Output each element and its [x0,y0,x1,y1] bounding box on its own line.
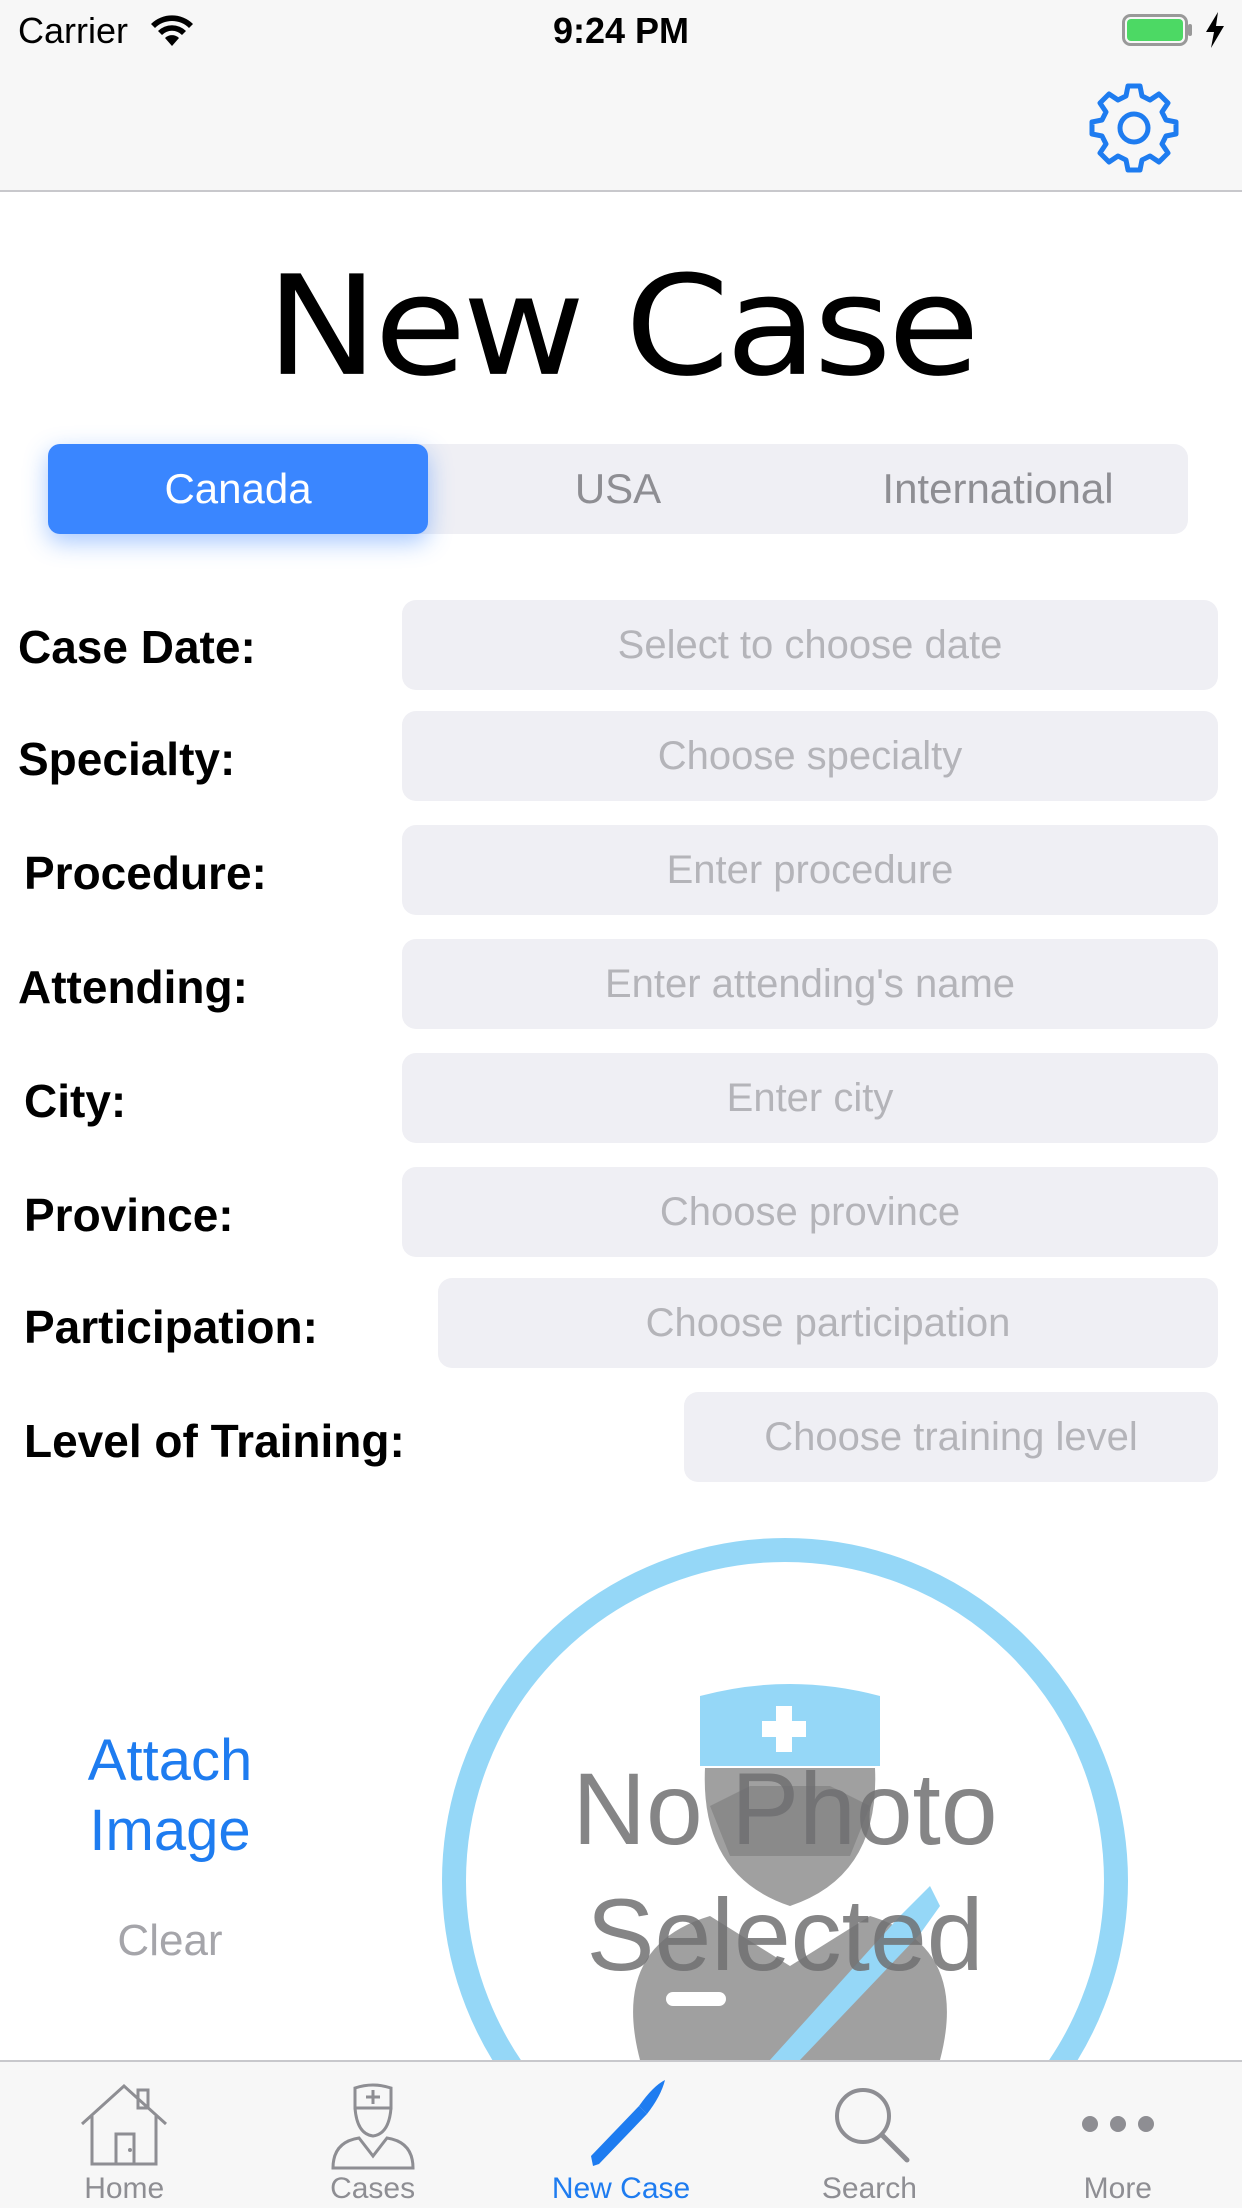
city-label: City: [24,1075,127,1127]
doctor-icon [331,2083,415,2170]
city-input[interactable]: Enter city [402,1053,1218,1143]
training-level-field[interactable]: Choose training level [684,1392,1218,1482]
case-date-field[interactable]: Select to choose date [402,600,1218,690]
specialty-label: Specialty: [18,733,236,785]
ellipsis-icon [1081,2116,1154,2132]
tab-label-more: More [1083,2172,1152,2205]
no-photo-text: No Photo Selected [430,1746,1140,1998]
page-title: New Case [266,246,980,408]
charging-bolt-icon [1206,12,1224,48]
case-date-label: Case Date: [18,621,256,673]
tab-bar: Home Cases New Case Search More [0,2060,1242,2208]
procedure-input[interactable]: Enter procedure [402,825,1218,915]
attach-label-line2: Image [89,1798,251,1863]
specialty-field[interactable]: Choose specialty [402,711,1218,801]
province-field[interactable]: Choose province [402,1167,1218,1257]
tab-label-cases: Cases [330,2172,416,2205]
battery-icon [1122,14,1192,46]
photo-preview: No Photo Selected [430,1526,1140,2060]
attending-label: Attending: [18,961,248,1013]
participation-field[interactable]: Choose participation [438,1278,1218,1368]
attach-image-button[interactable]: Attach Image [60,1726,280,1866]
attach-label-line1: Attach [87,1728,253,1793]
procedure-label: Procedure: [24,847,267,899]
tab-new-case[interactable]: New Case [497,2062,745,2208]
navigation-bar [0,62,1242,192]
attending-input[interactable]: Enter attending's name [402,939,1218,1029]
tab-home[interactable]: Home [0,2062,248,2208]
tab-label-search: Search [821,2172,917,2205]
clock-label: 9:24 PM [552,10,690,51]
tab-label-new-case: New Case [551,2172,691,2205]
house-icon [81,2083,168,2166]
segment-usa[interactable]: USA [428,444,808,534]
tab-label-home: Home [84,2172,165,2205]
training-level-label: Level of Training: [24,1415,405,1467]
scalpel-icon [591,2080,666,2166]
province-label: Province: [24,1189,234,1241]
tab-cases[interactable]: Cases [248,2062,496,2208]
participation-label: Participation: [24,1301,318,1353]
no-photo-line1: No Photo [572,1752,998,1866]
segment-international[interactable]: International [808,444,1188,534]
no-photo-line2: Selected [586,1878,984,1992]
tab-more[interactable]: More [994,2062,1242,2208]
region-segmented-control: Canada USA International [48,444,1188,534]
segment-canada[interactable]: Canada [48,444,428,534]
magnifier-icon [835,2088,910,2163]
clear-button[interactable]: Clear [60,1916,280,1966]
gear-icon[interactable] [1086,80,1182,176]
status-bar: Carrier 9:24 PM [0,0,1242,62]
tab-search[interactable]: Search [745,2062,993,2208]
